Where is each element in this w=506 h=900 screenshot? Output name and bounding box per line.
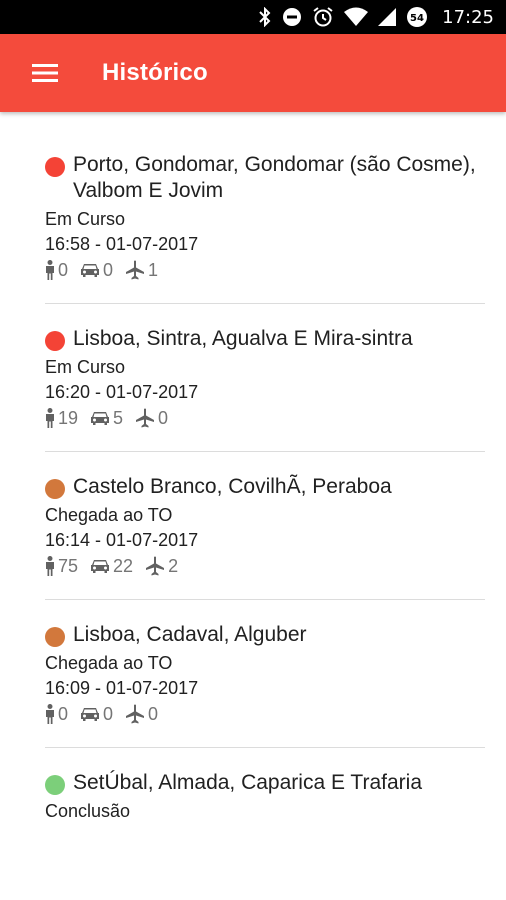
car-icon bbox=[81, 264, 100, 277]
list-item[interactable]: Lisboa, Cadaval, Alguber Chegada ao TO 1… bbox=[45, 622, 485, 748]
vehicles-count: 22 bbox=[113, 556, 134, 576]
people-count: 75 bbox=[58, 556, 79, 576]
item-time: 16:20 - 01-07-2017 bbox=[45, 382, 199, 402]
item-title-row: Castelo Branco, CovilhÃ, Peraboa bbox=[45, 474, 485, 500]
list-item[interactable]: Lisboa, Sintra, Agualva E Mira-sintra Em… bbox=[45, 326, 485, 452]
item-location: Lisboa, Sintra, Agualva E Mira-sintra bbox=[73, 327, 413, 350]
alarm-icon bbox=[313, 7, 333, 27]
item-location: Castelo Branco, CovilhÃ, Peraboa bbox=[73, 475, 392, 498]
item-stats: 0 0 0 bbox=[45, 701, 485, 727]
vehicles-count: 0 bbox=[103, 260, 114, 280]
aircraft-stat: 1 bbox=[125, 257, 158, 283]
aircraft-stat: 2 bbox=[145, 553, 178, 579]
do-not-disturb-icon bbox=[283, 8, 302, 26]
vehicles-count: 5 bbox=[113, 408, 124, 428]
status-dot bbox=[45, 775, 65, 795]
list-item[interactable]: Porto, Gondomar, Gondomar (são Cosme), V… bbox=[45, 152, 485, 304]
aircraft-count: 1 bbox=[148, 260, 159, 280]
page-title: Histórico bbox=[102, 59, 208, 86]
item-title-row: Porto, Gondomar, Gondomar (são Cosme), V… bbox=[45, 152, 485, 204]
person-icon bbox=[46, 556, 54, 576]
airplane-icon bbox=[136, 408, 155, 428]
item-title-row: Lisboa, Cadaval, Alguber bbox=[45, 622, 485, 648]
airplane-icon bbox=[126, 260, 145, 280]
item-time: 16:58 - 01-07-2017 bbox=[45, 234, 199, 254]
list-item[interactable]: SetÚbal, Almada, Caparica E Trafaria Con… bbox=[45, 770, 485, 830]
aircraft-count: 0 bbox=[148, 704, 159, 724]
aircraft-count: 2 bbox=[168, 556, 179, 576]
car-icon bbox=[81, 708, 100, 721]
status-dot bbox=[45, 627, 65, 647]
item-stats: 19 5 0 bbox=[45, 405, 485, 431]
status-dot bbox=[45, 331, 65, 351]
person-icon bbox=[46, 260, 54, 280]
item-time: 16:09 - 01-07-2017 bbox=[45, 678, 199, 698]
status-dot bbox=[45, 479, 65, 499]
app-bar: Histórico bbox=[0, 34, 506, 112]
item-stats: 0 0 1 bbox=[45, 257, 485, 283]
item-status: Em Curso bbox=[45, 357, 126, 377]
vehicles-stat: 0 bbox=[80, 701, 113, 727]
item-time: 16:14 - 01-07-2017 bbox=[45, 530, 199, 550]
battery-icon: 54 bbox=[407, 7, 428, 27]
menu-icon bbox=[32, 64, 58, 82]
status-time: 17:25 bbox=[442, 6, 494, 28]
aircraft-stat: 0 bbox=[135, 405, 168, 431]
item-location: SetÚbal, Almada, Caparica E Trafaria bbox=[73, 771, 423, 794]
item-stats: 75 22 2 bbox=[45, 553, 485, 579]
vehicles-stat: 5 bbox=[90, 405, 123, 431]
battery-level: 54 bbox=[410, 13, 424, 24]
person-icon bbox=[46, 408, 54, 428]
history-list-container[interactable]: Porto, Gondomar, Gondomar (são Cosme), V… bbox=[0, 112, 506, 830]
vehicles-count: 0 bbox=[103, 704, 114, 724]
people-count: 0 bbox=[58, 260, 69, 280]
people-stat: 19 bbox=[45, 405, 78, 431]
wifi-icon bbox=[344, 7, 369, 26]
aircraft-count: 0 bbox=[158, 408, 169, 428]
people-count: 0 bbox=[58, 704, 69, 724]
item-status: Chegada ao TO bbox=[45, 653, 173, 673]
people-stat: 0 bbox=[45, 701, 68, 727]
people-stat: 75 bbox=[45, 553, 78, 579]
item-location: Porto, Gondomar, Gondomar (são Cosme), V… bbox=[73, 153, 476, 202]
status-dot bbox=[45, 157, 65, 177]
item-status: Chegada ao TO bbox=[45, 505, 173, 525]
airplane-icon bbox=[126, 704, 145, 724]
car-icon bbox=[91, 560, 110, 573]
vehicles-stat: 0 bbox=[80, 257, 113, 283]
car-icon bbox=[91, 412, 110, 425]
aircraft-stat: 0 bbox=[125, 701, 158, 727]
airplane-icon bbox=[146, 556, 165, 576]
bluetooth-icon bbox=[259, 7, 271, 27]
person-icon bbox=[46, 704, 54, 724]
status-bar: 54 17:25 bbox=[0, 0, 506, 34]
item-status: Em Curso bbox=[45, 209, 126, 229]
item-title-row: SetÚbal, Almada, Caparica E Trafaria bbox=[45, 770, 485, 796]
signal-icon bbox=[378, 8, 397, 26]
vehicles-stat: 22 bbox=[90, 553, 133, 579]
people-count: 19 bbox=[58, 408, 79, 428]
menu-button[interactable] bbox=[0, 34, 90, 112]
item-title-row: Lisboa, Sintra, Agualva E Mira-sintra bbox=[45, 326, 485, 352]
item-location: Lisboa, Cadaval, Alguber bbox=[73, 623, 307, 646]
history-list: Porto, Gondomar, Gondomar (são Cosme), V… bbox=[0, 112, 506, 830]
people-stat: 0 bbox=[45, 257, 68, 283]
list-item[interactable]: Castelo Branco, CovilhÃ, Peraboa Chegada… bbox=[45, 474, 485, 600]
item-status: Conclusão bbox=[45, 801, 131, 821]
